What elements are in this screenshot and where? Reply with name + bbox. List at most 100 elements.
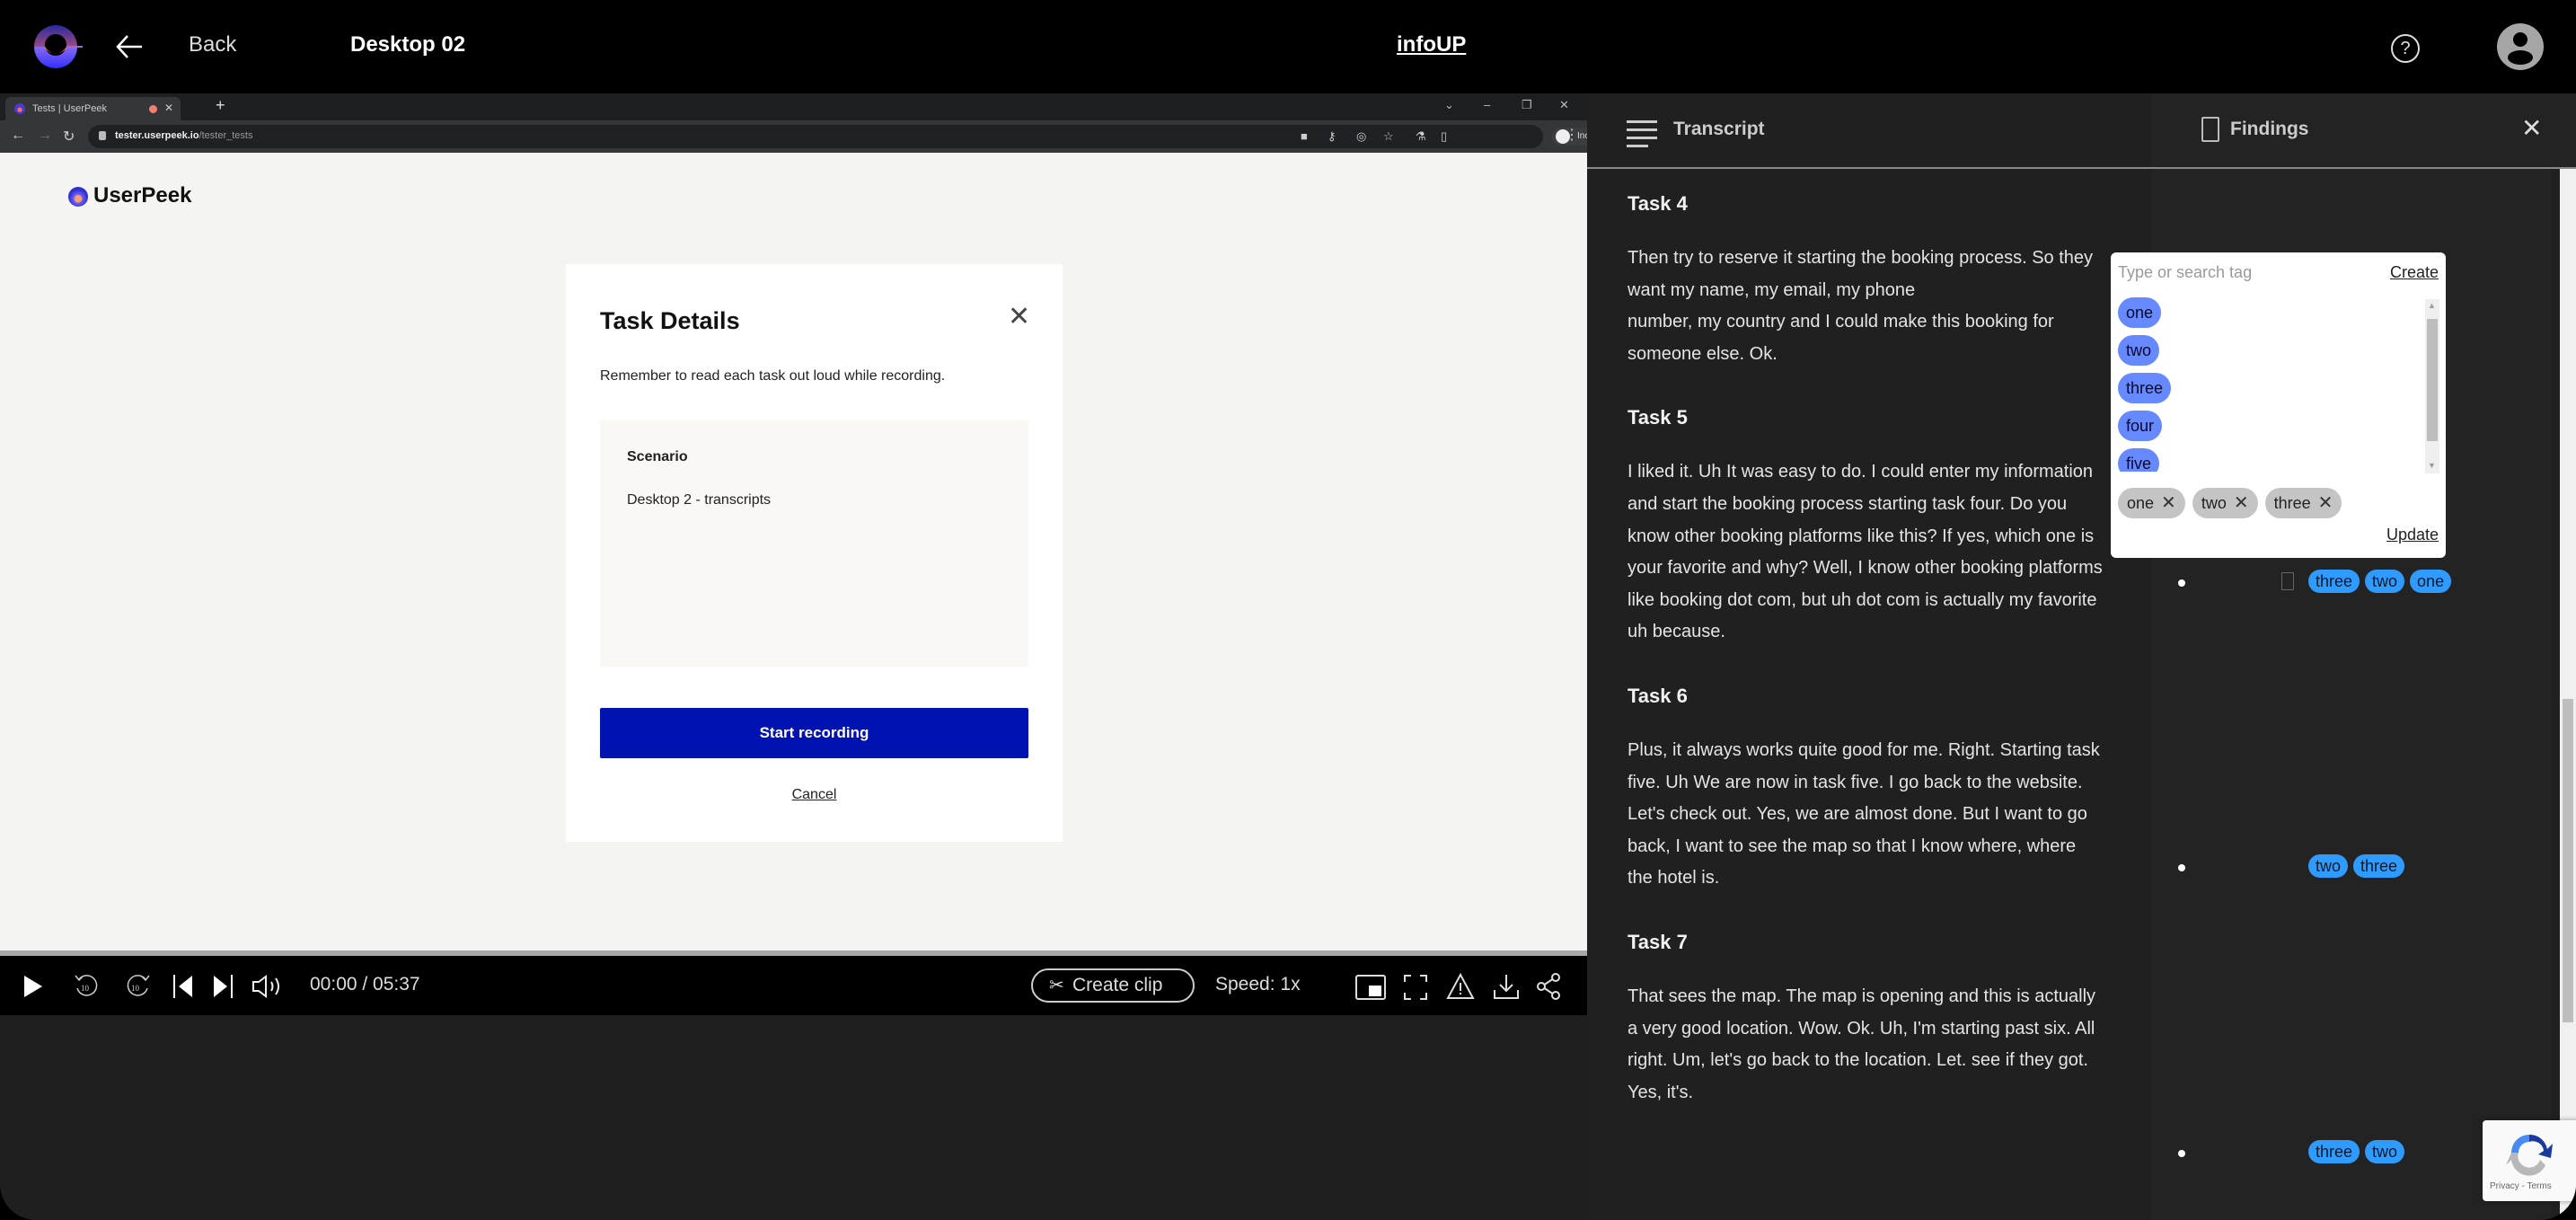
bullet-icon: [2178, 864, 2185, 871]
finding-tag[interactable]: two: [2365, 570, 2405, 593]
task-title: Task 6: [1628, 684, 1688, 707]
lock-icon: [99, 131, 106, 140]
task-transcript[interactable]: I liked it. Uh It was easy to do. I coul…: [1628, 456, 2104, 649]
finding-tag[interactable]: three: [2353, 854, 2405, 878]
selected-tag[interactable]: three ✕: [2264, 488, 2342, 518]
forward-10-icon[interactable]: 10: [124, 972, 153, 1001]
user-icon: [2508, 32, 2533, 65]
labs-icon[interactable]: ⚗: [1416, 129, 1426, 144]
tag-option[interactable]: four: [2118, 411, 2163, 441]
tag-option[interactable]: three: [2118, 373, 2172, 403]
star-icon[interactable]: ☆: [1383, 129, 1394, 144]
task-title: Task 7: [1628, 930, 1688, 953]
remove-tag-icon[interactable]: ✕: [2161, 493, 2176, 513]
browser-forward-icon[interactable]: →: [38, 128, 52, 144]
tag-list-scrollbar[interactable]: ▲ ▼: [2425, 299, 2439, 473]
back-arrow-icon[interactable]: [115, 31, 144, 63]
camera-icon[interactable]: ■: [1301, 129, 1308, 143]
browser-tab[interactable]: Tests | UserPeek ✕: [5, 97, 181, 120]
tab-findings[interactable]: Findings: [2151, 93, 2576, 167]
window-close-icon[interactable]: ✕: [1559, 98, 1569, 112]
key-icon[interactable]: ⚷: [1328, 129, 1337, 144]
report-issue-icon[interactable]: [1446, 972, 1475, 1001]
finding-tag[interactable]: one: [2410, 570, 2452, 593]
scenario-box: Scenario Desktop 2 - transcripts: [600, 420, 1028, 667]
scroll-up-icon[interactable]: ▲: [2428, 301, 2436, 310]
page-title: Desktop 02: [350, 32, 466, 57]
tab-transcript[interactable]: Transcript: [1587, 93, 2151, 167]
player-background: [0, 1015, 1587, 1220]
tab-search-icon[interactable]: ⌄: [1444, 98, 1454, 112]
close-tab-icon[interactable]: ✕: [164, 102, 173, 114]
app-window: Back Desktop 02 infoUP ? Tests | UserPee…: [0, 0, 2576, 1220]
finding-tag[interactable]: two: [2365, 1140, 2405, 1163]
volume-icon[interactable]: [251, 974, 287, 999]
recording-indicator-icon: [149, 105, 157, 113]
avatar[interactable]: [2497, 23, 2544, 70]
remove-tag-icon[interactable]: ✕: [2318, 493, 2333, 513]
modal-description: Remember to read each task out loud whil…: [600, 368, 946, 384]
start-recording-button[interactable]: Start recording: [600, 708, 1028, 758]
finding-tag[interactable]: two: [2308, 854, 2349, 878]
tag-option[interactable]: two: [2118, 335, 2160, 366]
recaptcha-links[interactable]: Privacy - Terms: [2490, 1181, 2552, 1191]
scissors-icon: ✂: [1049, 976, 1064, 995]
restore-icon[interactable]: ❐: [1522, 98, 1532, 112]
help-icon[interactable]: ?: [2391, 34, 2420, 63]
browser-back-icon[interactable]: ←: [11, 128, 25, 144]
task-transcript[interactable]: Then try to reserve it starting the book…: [1628, 243, 2104, 370]
scroll-down-icon[interactable]: ▼: [2428, 461, 2436, 470]
tag-option[interactable]: five: [2118, 448, 2160, 472]
tag-scroll-thumb[interactable]: [2427, 319, 2438, 441]
share-icon[interactable]: [1536, 972, 1561, 1001]
selected-tag[interactable]: two ✕: [2192, 488, 2258, 518]
browser-tab-title: Tests | UserPeek: [32, 103, 107, 114]
back-button[interactable]: Back: [189, 32, 236, 57]
favicon-icon: [14, 103, 25, 114]
project-link[interactable]: infoUP: [1397, 32, 1466, 57]
skip-next-icon[interactable]: [212, 974, 234, 999]
recaptcha-badge[interactable]: Privacy - Terms: [2483, 1120, 2576, 1201]
scrollbar-thumb[interactable]: [2563, 699, 2573, 1022]
finding-tag[interactable]: three: [2308, 1140, 2360, 1163]
panel-header: Transcript Findings ✕: [1587, 93, 2576, 169]
rewind-10-icon[interactable]: 10: [72, 972, 101, 1001]
userpeek-logo-icon[interactable]: [31, 22, 84, 72]
close-panel-icon[interactable]: ✕: [2521, 113, 2542, 143]
create-clip-button[interactable]: ✂ Create clip: [1031, 968, 1195, 1003]
fullscreen-icon[interactable]: [1403, 974, 1428, 1001]
download-icon[interactable]: [1493, 972, 1520, 1001]
video-player-screen[interactable]: Tests | UserPeek ✕ + ⌄ – ❐ ✕ ← → ↻ teste…: [0, 93, 1633, 958]
side-panel-icon[interactable]: ▯: [1441, 129, 1447, 144]
tag-option[interactable]: one: [2118, 297, 2162, 328]
minimize-icon[interactable]: –: [1484, 98, 1490, 111]
finding-tag[interactable]: three: [2308, 570, 2360, 593]
url-field[interactable]: tester.userpeek.io/tester_tests ■ ⚷ ◎ ☆ …: [88, 125, 1633, 148]
task-transcript[interactable]: That sees the map. The map is opening an…: [1628, 981, 2104, 1109]
player-controls: 10 10 00:00 / 05:37 ✂ Create clip Speed:…: [0, 956, 1587, 1015]
browser-tab-strip: Tests | UserPeek ✕ + ⌄ – ❐ ✕: [0, 93, 1587, 120]
speed-selector[interactable]: Speed: 1x: [1215, 974, 1301, 995]
finding-row[interactable]: two three: [2151, 854, 2551, 881]
note-icon[interactable]: [2281, 572, 2294, 590]
remove-tag-icon[interactable]: ✕: [2234, 493, 2249, 513]
browser-menu-icon[interactable]: ⋮: [1565, 126, 1579, 144]
play-icon[interactable]: [22, 974, 45, 999]
reload-icon[interactable]: ↻: [63, 128, 75, 146]
finding-row[interactable]: three two one: [2151, 570, 2551, 597]
skip-previous-icon[interactable]: [172, 974, 194, 999]
eye-off-icon[interactable]: ◎: [1356, 129, 1366, 144]
close-icon[interactable]: ✕: [1008, 304, 1030, 331]
top-bar: Back Desktop 02 infoUP ?: [0, 0, 2576, 93]
selected-tag[interactable]: one ✕: [2118, 488, 2185, 518]
new-tab-icon[interactable]: +: [216, 96, 225, 115]
picture-in-picture-icon[interactable]: [1354, 974, 1387, 1001]
create-tag-link[interactable]: Create: [2390, 263, 2439, 282]
tag-options-list: one two three four five: [2118, 297, 2423, 472]
update-tags-link[interactable]: Update: [2386, 526, 2439, 544]
task-transcript[interactable]: Plus, it always works quite good for me.…: [1628, 735, 2104, 895]
cancel-link[interactable]: Cancel: [566, 787, 1063, 803]
transcript-list: Task 4 Then try to reserve it starting t…: [1628, 192, 2104, 1145]
panel-scrollbar[interactable]: [2560, 169, 2576, 1220]
tag-search-input[interactable]: [2118, 263, 2342, 282]
